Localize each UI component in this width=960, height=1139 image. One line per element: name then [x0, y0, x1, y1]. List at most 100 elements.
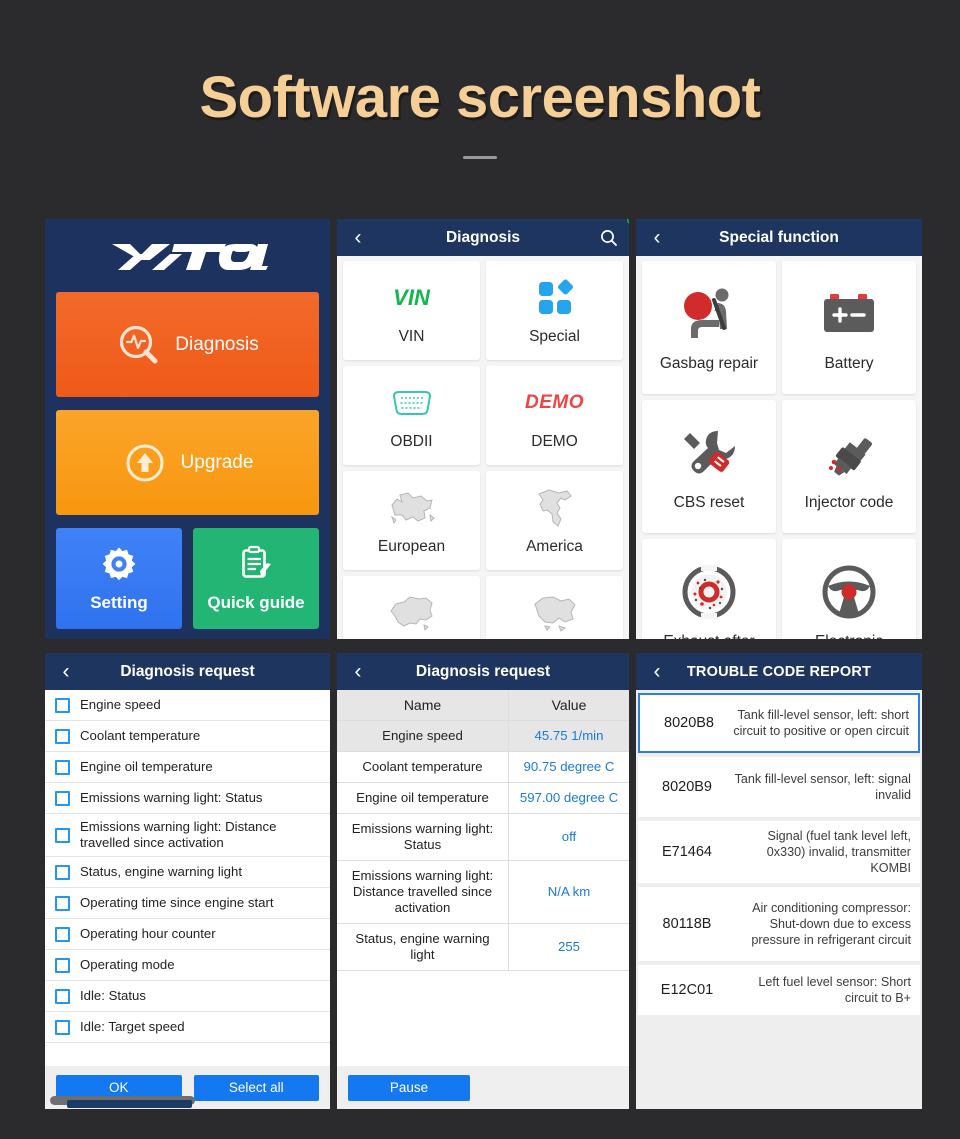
home-button-label: Setting: [90, 593, 148, 612]
trouble-code-id: 80118B: [662, 916, 712, 932]
select-all-button[interactable]: Select all: [193, 1074, 319, 1101]
diagnosis-item-america[interactable]: America: [486, 471, 623, 570]
special-item-exhaust-after[interactable]: Exhaust after: [642, 539, 776, 639]
request-table-header: ‹ Diagnosis request: [337, 653, 629, 690]
table-row[interactable]: Status, engine warning light 255: [337, 924, 629, 971]
list-item[interactable]: Coolant temperature: [45, 721, 330, 752]
checkbox-icon[interactable]: [55, 926, 70, 942]
home-button-quick-guide[interactable]: Quick guide: [193, 528, 319, 629]
trouble-code-id: E71464: [662, 844, 712, 860]
table-row[interactable]: Engine speed 45.75 1/min: [337, 721, 629, 752]
trouble-code-list: 8020B8 Tank fill-level sensor, left: sho…: [636, 690, 922, 1109]
cell-name: Emissions warning light: Status: [337, 814, 509, 860]
vin-icon-text: VIN: [393, 285, 430, 310]
page-root: Software screenshot Diagnosis Upgrade Se…: [0, 0, 960, 1139]
trouble-code-desc: Tank fill-level sensor, left: signal inv…: [734, 772, 911, 802]
checkbox-icon[interactable]: [55, 988, 70, 1004]
list-item-label: Idle: Target speed: [80, 1019, 185, 1034]
checkbox-icon[interactable]: [55, 827, 70, 843]
vin-icon: VIN: [393, 219, 629, 321]
table-row[interactable]: Coolant temperature 90.75 degree C: [337, 752, 629, 783]
diagnosis-item-obdii[interactable]: OBDII: [343, 366, 480, 465]
special-item-electronic[interactable]: Electronic: [782, 539, 916, 639]
diagnosis-item-demo[interactable]: DEMO DEMO: [486, 366, 623, 465]
list-item[interactable]: Idle: Target speed: [45, 1012, 330, 1043]
diagnosis-item-vin[interactable]: VIN VIN: [343, 219, 629, 360]
list-item-label: Coolant temperature: [80, 728, 201, 743]
list-item[interactable]: Emissions warning light: Status: [45, 783, 330, 814]
search-icon[interactable]: [599, 228, 619, 248]
list-item[interactable]: Status, engine warning light: [45, 857, 330, 888]
special-item-label: Battery: [824, 354, 874, 372]
checkbox-icon[interactable]: [55, 895, 70, 911]
table-row[interactable]: 8020B9 Tank fill-level sensor, left: sig…: [638, 757, 920, 817]
diagnosis-item-domestic[interactable]: Domestic: [343, 576, 480, 639]
list-item-label: Status, engine warning light: [80, 864, 243, 879]
list-item[interactable]: Operating hour counter: [45, 919, 330, 950]
back-icon[interactable]: ‹: [55, 661, 77, 683]
america-map-icon: [531, 485, 579, 531]
checkbox-icon[interactable]: [55, 1019, 70, 1035]
panel-diagnosis-request-list: ‹ Diagnosis request Engine speed Coolant…: [45, 653, 330, 1109]
diagnosis-item-special[interactable]: Special: [486, 261, 623, 360]
table-row[interactable]: E71464 Signal (fuel tank level left, 0x3…: [638, 821, 920, 883]
back-icon[interactable]: ‹: [347, 227, 369, 249]
diagnosis-item-label: VIN: [398, 328, 425, 345]
home-button-diagnosis[interactable]: Diagnosis: [56, 292, 319, 397]
diagnosis-item-european[interactable]: European: [343, 471, 480, 570]
diagnosis-item-asian-vehicle[interactable]: Asian vehicle: [486, 576, 623, 639]
cell-value: N/A km: [547, 884, 591, 899]
list-item-label: Operating time since engine start: [80, 895, 274, 910]
screenshot-panels: Diagnosis Upgrade Setting Quick guide ‹ …: [45, 219, 922, 1109]
trouble-code-id: 8020B9: [662, 779, 712, 795]
special-item-cbs-reset[interactable]: CBS reset: [642, 400, 776, 533]
checkbox-icon[interactable]: [55, 728, 70, 744]
request-list-header: ‹ Diagnosis request: [45, 653, 330, 690]
checkbox-icon[interactable]: [55, 864, 70, 880]
table-row[interactable]: 8020B8 Tank fill-level sensor, left: sho…: [638, 693, 920, 753]
request-table-footer: Pause: [337, 1066, 629, 1109]
home-button-upgrade[interactable]: Upgrade: [56, 410, 319, 515]
special-item-battery[interactable]: Battery: [782, 261, 916, 394]
trouble-code-desc: Air conditioning compressor: Shut-down d…: [751, 901, 911, 947]
table-row[interactable]: Engine oil temperature 597.00 degree C: [337, 783, 629, 814]
list-item[interactable]: Engine speed: [45, 690, 330, 721]
cell-name: Engine speed: [337, 721, 509, 751]
trouble-code-desc: Left fuel level sensor: Short circuit to…: [758, 975, 911, 1005]
xtool-logo: [56, 231, 319, 283]
request-table-header-title: Diagnosis request: [415, 662, 551, 680]
pause-button[interactable]: Pause: [348, 1074, 470, 1101]
special-item-gasbag-repair[interactable]: Gasbag repair: [642, 261, 776, 394]
table-row[interactable]: 80118B Air conditioning compressor: Shut…: [638, 887, 920, 961]
table-row[interactable]: Emissions warning light: Distance travel…: [337, 861, 629, 924]
special-item-label: Injector code: [804, 493, 894, 511]
home-button-setting[interactable]: Setting: [56, 528, 182, 629]
panel-trouble-code-report: ‹ TROUBLE CODE REPORT 8020B8 Tank fill-l…: [636, 653, 922, 1109]
china-map-icon: [386, 590, 438, 636]
list-item[interactable]: Emissions warning light: Distance travel…: [45, 814, 330, 857]
home-button-label: Diagnosis: [175, 333, 259, 355]
list-item[interactable]: Idle: Status: [45, 981, 330, 1012]
checkbox-icon[interactable]: [55, 759, 70, 775]
special-item-injector-code[interactable]: Injector code: [782, 400, 916, 533]
table-row[interactable]: E12C01 Left fuel level sensor: Short cir…: [638, 965, 920, 1015]
list-item[interactable]: Engine oil temperature: [45, 752, 330, 783]
checkbox-icon[interactable]: [55, 957, 70, 973]
cell-value: 597.00 degree C: [519, 790, 619, 805]
list-item[interactable]: Operating time since engine start: [45, 888, 330, 919]
trouble-code-id: E12C01: [660, 982, 714, 998]
back-icon[interactable]: ‹: [646, 661, 668, 683]
list-item[interactable]: Operating mode: [45, 950, 330, 981]
column-header-name: Name: [337, 690, 509, 720]
battery-icon: [818, 283, 880, 345]
airbag-icon: [676, 283, 742, 345]
checkbox-icon[interactable]: [55, 697, 70, 713]
diagnosis-header-title: Diagnosis: [445, 228, 521, 246]
checkbox-icon[interactable]: [55, 790, 70, 806]
back-icon[interactable]: ‹: [347, 661, 369, 683]
panel-special-function: ‹ Special function Gasbag repair Battery…: [636, 219, 922, 639]
table-row[interactable]: Emissions warning light: Status off: [337, 814, 629, 861]
demo-icon-text: DEMO: [525, 392, 584, 413]
back-icon[interactable]: ‹: [646, 227, 668, 249]
request-checkbox-list: Engine speed Coolant temperature Engine …: [45, 690, 330, 1066]
